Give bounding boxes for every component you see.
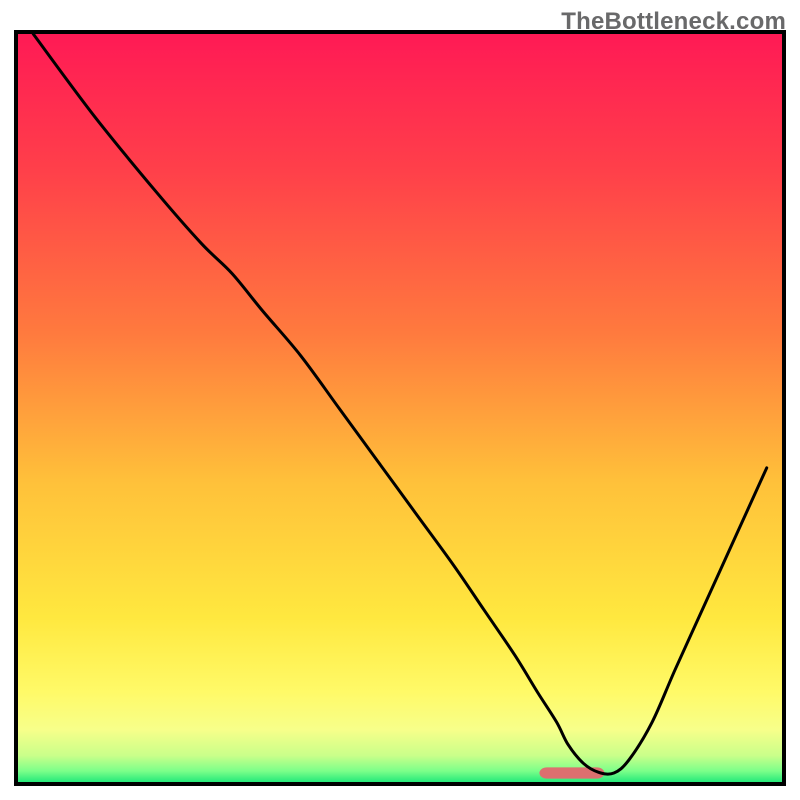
plot-svg — [18, 34, 782, 782]
chart-root: TheBottleneck.com — [0, 0, 800, 800]
optimal-marker — [539, 767, 604, 778]
watermark-text: TheBottleneck.com — [561, 8, 786, 36]
gradient-background — [18, 34, 782, 782]
plot-frame — [14, 30, 786, 786]
